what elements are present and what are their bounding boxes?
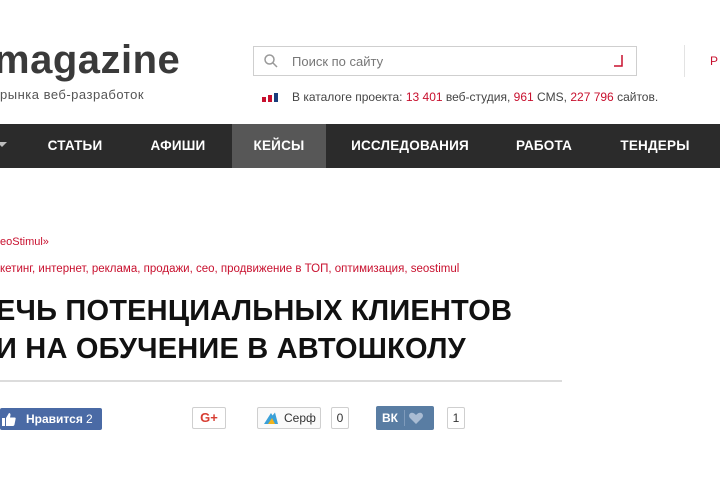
stats-bars-icon <box>262 92 278 102</box>
nav-item-cases[interactable]: КЕЙСЫ <box>232 124 326 168</box>
nav-item-posters[interactable]: АФИШИ <box>130 124 226 168</box>
search-box[interactable] <box>253 46 637 76</box>
site-tagline: рынка веб-разработок <box>0 87 145 102</box>
search-input[interactable] <box>292 51 592 71</box>
vk-like-count: 1 <box>447 407 465 429</box>
header-divider <box>684 45 685 77</box>
catalog-sites-label: сайтов. <box>613 90 659 104</box>
article-title-line-1: ЕЧЬ ПОТЕНЦИАЛЬНЫХ КЛИЕНТОВ <box>0 295 513 327</box>
vk-like-button[interactable]: ВК <box>376 406 434 430</box>
site-logo[interactable]: magazine <box>0 38 180 82</box>
nav-item-tenders[interactable]: ТЕНДЕРЫ <box>600 124 710 168</box>
catalog-prefix: В каталоге проекта: <box>292 90 406 104</box>
main-nav: СТАТЬИ АФИШИ КЕЙСЫ ИССЛЕДОВАНИЯ РАБОТА Т… <box>0 124 720 168</box>
surf-share-button[interactable]: Серф <box>257 407 321 429</box>
nav-item-research[interactable]: ИССЛЕДОВАНИЯ <box>334 124 486 168</box>
breadcrumb[interactable]: eoStimul» <box>0 236 49 248</box>
surf-share-count: 0 <box>331 407 349 429</box>
catalog-cms-count[interactable]: 961 <box>514 90 534 104</box>
catalog-sites-count[interactable]: 227 796 <box>570 90 613 104</box>
catalog-studios-label: веб-студия, <box>442 90 514 104</box>
google-plus-button[interactable]: G+ <box>192 407 226 429</box>
chevron-down-icon[interactable] <box>0 142 7 147</box>
vk-logo-icon: ВК <box>382 411 398 425</box>
enter-icon[interactable] <box>612 54 624 68</box>
surf-share-label: Серф <box>284 411 316 425</box>
nav-item-jobs[interactable]: РАБОТА <box>496 124 592 168</box>
article-title-line-2: И НА ОБУЧЕНИЕ В АВТОШКОЛУ <box>0 333 466 365</box>
search-icon <box>264 54 278 68</box>
facebook-like-button[interactable]: Нравится 2 <box>0 408 102 430</box>
header-red-link[interactable]: Р <box>710 54 718 68</box>
catalog-cms-label: CMS, <box>533 90 571 104</box>
title-divider <box>0 380 562 382</box>
thumbs-up-icon <box>2 413 16 426</box>
nav-item-articles[interactable]: СТАТЬИ <box>28 124 122 168</box>
facebook-like-label: Нравится <box>26 412 83 426</box>
catalog-studios-count[interactable]: 13 401 <box>406 90 443 104</box>
article-title: ЕЧЬ ПОТЕНЦИАЛЬНЫХ КЛИЕНТОВ И НА ОБУЧЕНИЕ… <box>0 292 512 368</box>
facebook-like-count: 2 <box>86 412 93 426</box>
vk-divider <box>404 410 405 426</box>
heart-icon <box>409 412 423 424</box>
catalog-stats: В каталоге проекта: 13 401 веб-студия, 9… <box>262 90 658 104</box>
article-tags[interactable]: кетинг, интернет, реклама, продажи, сео,… <box>0 263 459 275</box>
surf-icon <box>264 412 278 424</box>
